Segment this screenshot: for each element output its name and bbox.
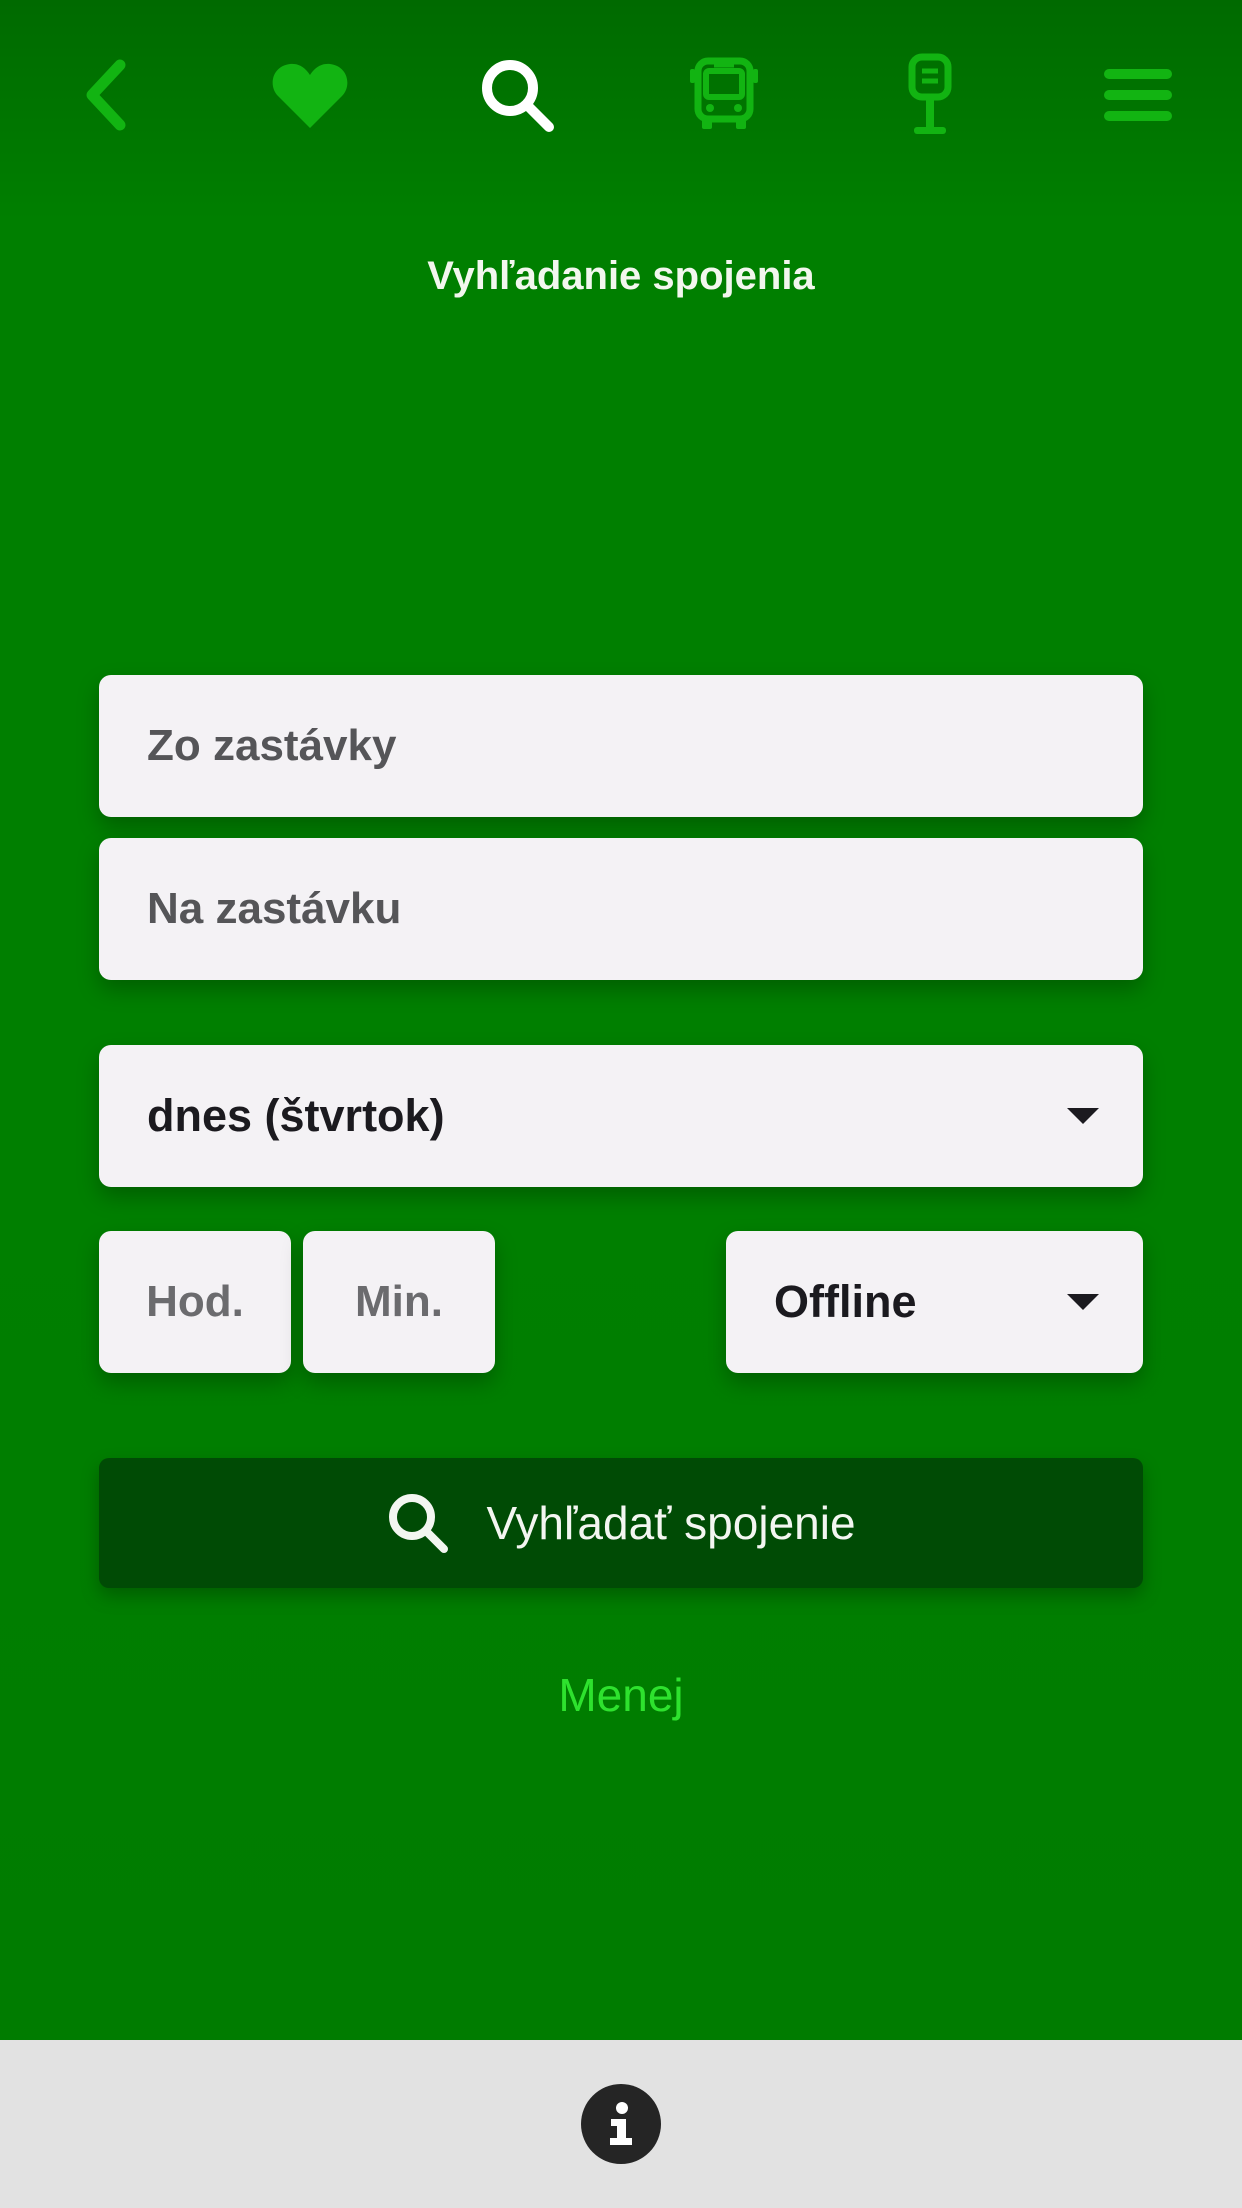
info-button[interactable] <box>581 2084 661 2164</box>
minute-input[interactable] <box>303 1231 495 1373</box>
app-screen: Vyhľadanie spojenia dnes (štvrtok) Offli… <box>0 0 1242 2040</box>
caret-down-icon <box>1067 1108 1099 1124</box>
search-connection-button[interactable]: Vyhľadať spojenie <box>99 1458 1143 1588</box>
search-connection-label: Vyhľadať spojenie <box>486 1497 856 1549</box>
chevron-left-icon <box>86 59 126 131</box>
hour-field[interactable] <box>99 1231 291 1373</box>
page-title: Vyhľadanie spojenia <box>427 254 815 298</box>
search-icon <box>482 60 554 132</box>
favorites-button[interactable] <box>260 50 360 140</box>
info-icon <box>610 2102 632 2145</box>
to-stop-input[interactable] <box>99 838 1143 980</box>
mode-select[interactable]: Offline <box>726 1231 1143 1373</box>
back-button[interactable] <box>56 50 156 140</box>
top-navigation <box>0 0 1242 190</box>
less-options-link[interactable]: Menej <box>0 1668 1242 1722</box>
search-nav-button[interactable] <box>467 50 567 140</box>
hour-input[interactable] <box>99 1231 291 1373</box>
from-stop-input[interactable] <box>99 675 1143 817</box>
lines-button[interactable] <box>674 50 774 140</box>
bus-stop-icon <box>908 53 952 134</box>
date-select-value: dnes (štvrtok) <box>147 1090 445 1141</box>
heart-icon <box>272 63 348 128</box>
search-icon <box>389 1494 449 1553</box>
minute-field[interactable] <box>303 1231 495 1373</box>
menu-button[interactable] <box>1088 50 1188 140</box>
caret-down-icon <box>1067 1294 1099 1310</box>
to-stop-field[interactable] <box>99 838 1143 980</box>
date-select[interactable]: dnes (štvrtok) <box>99 1045 1143 1187</box>
footer-bar <box>0 2040 1242 2208</box>
menu-icon <box>1104 69 1172 121</box>
bus-icon <box>690 57 758 129</box>
stops-button[interactable] <box>880 50 980 140</box>
from-stop-field[interactable] <box>99 675 1143 817</box>
mode-select-value: Offline <box>774 1276 917 1327</box>
